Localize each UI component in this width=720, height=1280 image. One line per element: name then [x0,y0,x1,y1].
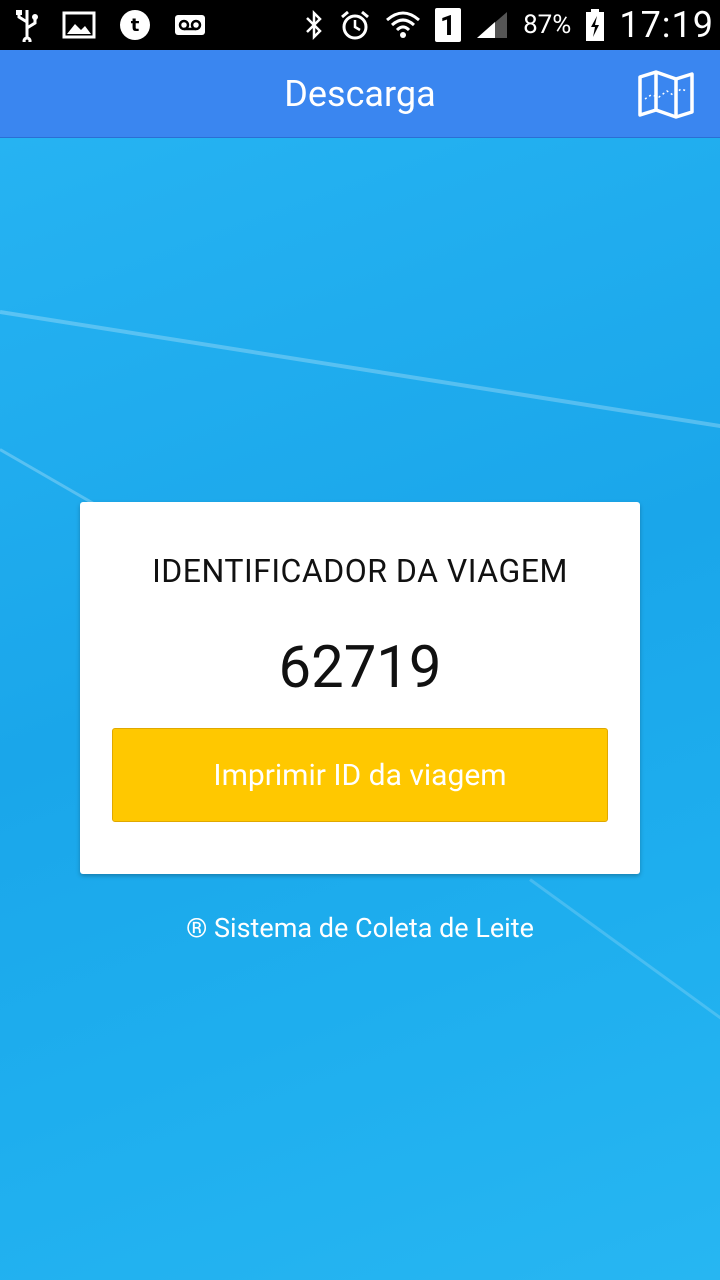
t-app-icon: t [118,8,152,42]
app-bar: Descarga [0,50,720,138]
battery-icon [585,8,605,42]
sim-label: 1 [440,8,457,42]
status-right-icons: 1 87% 17:19 [303,0,714,50]
footer-text: ® Sistema de Coleta de Leite [186,912,534,944]
page-title: Descarga [284,73,436,115]
print-trip-id-button[interactable]: Imprimir ID da viagem [112,728,608,822]
bluetooth-icon [303,9,325,41]
sim-icon: 1 [435,8,462,42]
map-icon [637,69,695,123]
wallpaper-streak [529,878,720,1034]
wallpaper-streak [0,310,720,433]
alarm-icon [339,9,371,41]
card-title: IDENTIFICADOR DA VIAGEM [152,552,568,590]
signal-icon [475,10,509,40]
image-icon [62,11,96,39]
status-left-icons: t [14,0,206,50]
trip-id-value: 62719 [278,634,442,702]
usb-icon [14,8,40,42]
status-bar: t 1 87% 17:19 [0,0,720,50]
map-button[interactable] [636,70,696,122]
voicemail-icon [174,14,206,36]
wifi-icon [385,9,421,41]
clock: 17:19 [619,4,714,46]
svg-text:t: t [131,15,140,36]
battery-percent: 87% [523,10,572,40]
trip-id-card: IDENTIFICADOR DA VIAGEM 62719 Imprimir I… [80,502,640,874]
